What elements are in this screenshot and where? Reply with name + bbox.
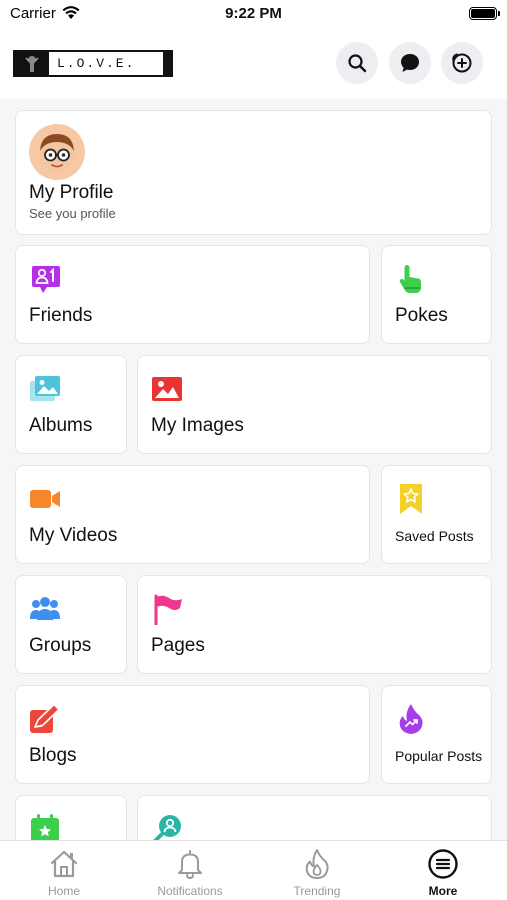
menu-icon bbox=[428, 849, 458, 879]
friends-icon bbox=[32, 266, 60, 293]
popular-posts-card[interactable]: Popular Posts bbox=[381, 685, 492, 784]
calendar-icon bbox=[31, 814, 59, 840]
pokes-card[interactable]: Pokes bbox=[381, 245, 492, 344]
add-circle-icon bbox=[452, 53, 472, 73]
video-camera-icon bbox=[30, 490, 60, 508]
tab-bar: Home Notifications Trending More bbox=[0, 840, 507, 900]
flame-icon bbox=[305, 849, 329, 879]
tab-notifications-label: Notifications bbox=[157, 884, 223, 898]
tab-trending[interactable]: Trending bbox=[254, 841, 380, 900]
home-icon bbox=[50, 850, 78, 878]
flag-icon bbox=[154, 594, 182, 625]
albums-label: Albums bbox=[29, 415, 93, 436]
my-videos-label: My Videos bbox=[29, 525, 118, 546]
find-friends-card[interactable] bbox=[137, 795, 492, 840]
popular-posts-label: Popular Posts bbox=[395, 748, 483, 764]
tab-home[interactable]: Home bbox=[1, 841, 127, 900]
tab-more-label: More bbox=[428, 884, 458, 898]
chat-bubble-icon bbox=[401, 54, 419, 72]
create-post-button[interactable] bbox=[441, 42, 483, 84]
status-bar: Carrier 9:22 PM bbox=[0, 0, 507, 30]
tab-trending-label: Trending bbox=[293, 884, 341, 898]
my-images-card[interactable]: My Images bbox=[137, 355, 492, 454]
saved-posts-label: Saved Posts bbox=[395, 528, 474, 544]
friends-card[interactable]: Friends bbox=[15, 245, 370, 344]
tab-more[interactable]: More bbox=[380, 841, 506, 900]
image-icon bbox=[152, 377, 182, 401]
my-images-label: My Images bbox=[151, 415, 244, 436]
tab-notifications[interactable]: Notifications bbox=[127, 841, 253, 900]
bell-icon bbox=[178, 850, 202, 879]
pages-card[interactable]: Pages bbox=[137, 575, 492, 674]
logo-text: L.O.V.E. bbox=[57, 56, 136, 71]
blogs-label: Blogs bbox=[29, 745, 77, 766]
groups-card[interactable]: Groups bbox=[15, 575, 127, 674]
my-videos-card[interactable]: My Videos bbox=[15, 465, 370, 564]
groups-icon bbox=[30, 597, 60, 620]
app-header: L.O.V.E. bbox=[0, 32, 507, 98]
logo-emblem-icon bbox=[15, 52, 49, 75]
pokes-label: Pokes bbox=[395, 305, 448, 326]
albums-icon bbox=[30, 376, 60, 401]
search-icon bbox=[348, 54, 367, 73]
groups-label: Groups bbox=[29, 635, 92, 656]
poke-hand-icon bbox=[399, 265, 421, 293]
search-button[interactable] bbox=[336, 42, 378, 84]
battery-icon bbox=[469, 7, 500, 20]
my-profile-card[interactable]: My Profile See you profile bbox=[15, 110, 492, 235]
profile-title: My Profile bbox=[29, 182, 114, 203]
blogs-card[interactable]: Blogs bbox=[15, 685, 370, 784]
more-menu-grid: My Profile See you profile Friends Pokes… bbox=[0, 99, 507, 840]
tab-home-label: Home bbox=[47, 884, 80, 898]
avatar bbox=[29, 124, 85, 180]
clock: 9:22 PM bbox=[225, 5, 282, 22]
blog-edit-icon bbox=[30, 703, 60, 733]
find-friends-icon bbox=[153, 815, 181, 840]
friends-label: Friends bbox=[29, 305, 93, 326]
saved-posts-card[interactable]: Saved Posts bbox=[381, 465, 492, 564]
popular-flame-icon bbox=[399, 704, 423, 734]
profile-subtitle: See you profile bbox=[29, 206, 116, 221]
events-card[interactable] bbox=[15, 795, 127, 840]
app-logo[interactable]: L.O.V.E. bbox=[13, 50, 173, 77]
messages-button[interactable] bbox=[389, 42, 431, 84]
bookmark-star-icon bbox=[400, 484, 422, 514]
albums-card[interactable]: Albums bbox=[15, 355, 127, 454]
pages-label: Pages bbox=[151, 635, 205, 656]
